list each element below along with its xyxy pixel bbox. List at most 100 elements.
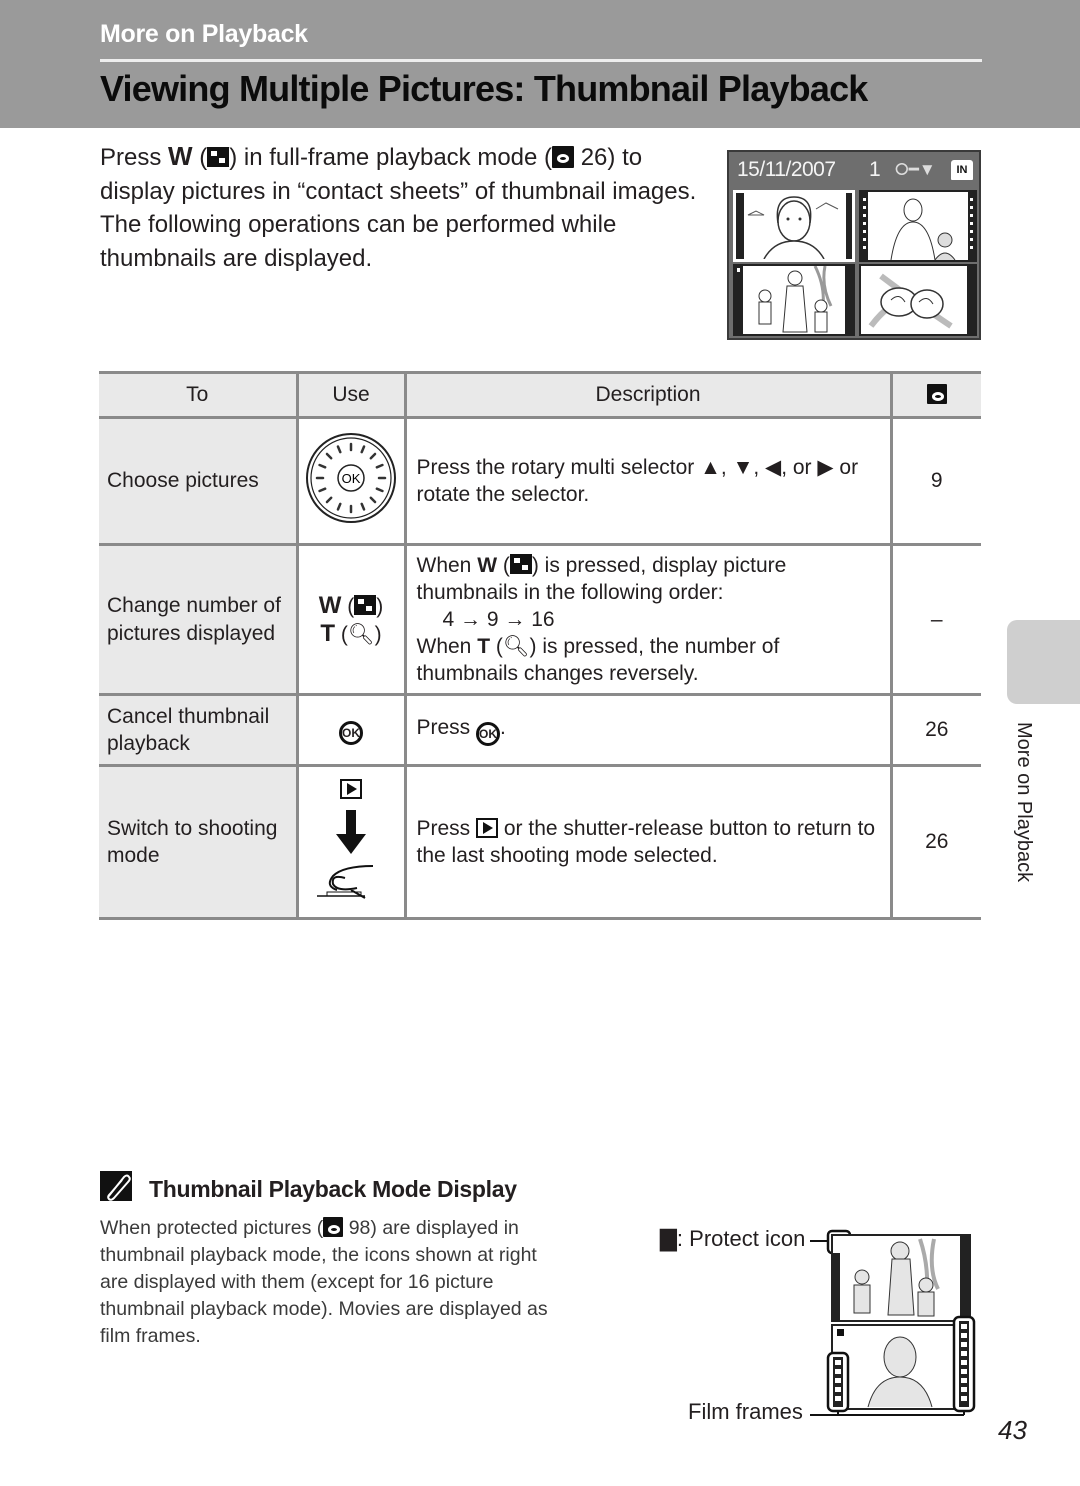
ok-button-icon: OK [339, 721, 363, 745]
header-use: Use [295, 371, 407, 419]
protect-icon-label: ▇: Protect icon [660, 1226, 805, 1252]
reference-page: 98 [348, 1217, 371, 1239]
intro-paragraph: Press W () in full-frame playback mode (… [100, 141, 697, 272]
desc-text: When [416, 635, 472, 658]
film-perforation [961, 1342, 967, 1347]
table-row: Change number of pictures displayed W ()… [99, 543, 981, 696]
film-perforation [961, 1333, 967, 1338]
zoom-magnifier-icon: 🔍︎ [347, 622, 375, 646]
ok-button-icon: OK [476, 722, 501, 746]
film-frame-left [826, 1351, 850, 1413]
desc-text: Press [416, 817, 471, 840]
row-reference: 26 [889, 764, 981, 920]
desc-text: Press the rotary multi selector [416, 456, 695, 479]
thumbnail-3 [733, 264, 855, 336]
row-use [295, 764, 407, 920]
table-row: Choose pictures OK Press the rotary mult… [99, 416, 981, 546]
row-description: Press the rotary multi selector ▲, ▼, ◀,… [403, 416, 893, 546]
table-header-row: To Use Description [99, 371, 981, 419]
camera-lcd-illustration: 15/11/2007 1 ⭘━▼ IN [727, 150, 981, 340]
film-frame-right [952, 1315, 976, 1413]
key-icon: ⭘━▼ [895, 160, 936, 179]
film-perforation [961, 1369, 967, 1374]
film-perforation [835, 1369, 841, 1374]
thumbnail-2 [859, 190, 977, 262]
note-title: Thumbnail Playback Mode Display [149, 1176, 517, 1202]
thumbnail-icon [207, 147, 230, 167]
left-arrow-icon: ◀ [765, 456, 782, 479]
row-reference: 26 [889, 693, 981, 767]
intro-text: ) in full-frame playback mode ( [229, 144, 553, 171]
film-perforation [961, 1324, 967, 1329]
protect-film-illustration [810, 1229, 976, 1416]
note-text: When protected pictures ( [100, 1217, 324, 1239]
thumbnail-icon [509, 554, 532, 574]
page-reference-icon [926, 384, 947, 404]
lcd-frame-number: 1 [869, 158, 881, 181]
thumbnail-order: 4 → 9 → 16 [442, 608, 555, 631]
t-key: T [477, 635, 491, 658]
thumbnail-1 [733, 190, 855, 262]
operations-table: To Use Description Choose pictures OK Pr… [99, 371, 981, 920]
reference-page: 26 [580, 144, 608, 171]
lcd-status-bar: 15/11/2007 1 ⭘━▼ IN [729, 152, 979, 188]
row-reference: 9 [889, 416, 981, 546]
header-reference [889, 371, 981, 419]
section-title: More on Playback [100, 20, 308, 48]
zoom-magnifier-icon: 🔍︎ [502, 635, 530, 658]
desc-text: ) is pressed, display picture thumbnails… [416, 554, 787, 604]
row-to: Choose pictures [99, 416, 299, 546]
w-key: W [168, 141, 193, 171]
desc-text: . [500, 716, 506, 739]
film-perforation [961, 1360, 967, 1365]
t-key: T [320, 619, 336, 647]
table-row: Cancel thumbnail playback OK Press OK. 2… [99, 693, 981, 767]
lcd-date: 15/11/2007 [737, 158, 836, 181]
film-perforation [961, 1396, 967, 1401]
ok-label: OK [342, 471, 361, 486]
thumbnail-4 [859, 264, 977, 336]
row-description: Press or the shutter-release button to r… [403, 764, 893, 920]
film-perforation [835, 1360, 841, 1365]
row-use: OK [295, 416, 407, 546]
w-key: W [477, 554, 498, 577]
protect-label-text: : Protect icon [676, 1226, 806, 1251]
row-use: W () T (🔍︎) [295, 543, 407, 696]
film-frames-label: Film frames [688, 1399, 803, 1424]
intro-text: Press [100, 144, 162, 171]
film-perforation [835, 1378, 841, 1383]
header-divider [100, 59, 982, 62]
thumbnail-icon [354, 594, 377, 615]
protect-icon: ▇ [660, 1226, 677, 1251]
page-reference-icon [323, 1217, 344, 1237]
playback-button-icon [476, 818, 499, 838]
film-perforation [961, 1387, 967, 1392]
desc-text: Press [416, 716, 471, 739]
row-reference: – [889, 543, 981, 696]
playback-button-icon [340, 779, 362, 799]
row-use: OK [295, 693, 407, 767]
film-perforation [835, 1396, 841, 1401]
row-to: Cancel thumbnail playback [99, 693, 299, 767]
row-to: Change number of pictures displayed [99, 543, 299, 696]
row-description: When W () is pressed, display picture th… [403, 543, 893, 696]
note-body: When protected pictures ( 98) are displa… [100, 1215, 550, 1350]
shutter-release-finger-icon [317, 865, 374, 899]
header-to: To [99, 371, 299, 419]
w-key: W [318, 591, 342, 619]
page-number: 43 [998, 1415, 1027, 1445]
desc-text: When [416, 554, 472, 577]
film-perforation [961, 1351, 967, 1356]
desc-text: or [792, 456, 812, 479]
row-to: Switch to shooting mode [99, 764, 299, 920]
page-title: Viewing Multiple Pictures: Thumbnail Pla… [100, 68, 868, 109]
row-description: Press OK. [403, 693, 893, 767]
up-arrow-icon: ▲ [700, 456, 721, 479]
header-description: Description [403, 371, 893, 419]
rotary-multi-selector-icon: OK [306, 433, 396, 523]
chapter-tab[interactable] [1007, 620, 1080, 704]
note-pencil-icon [100, 1171, 132, 1201]
internal-memory-icon: IN [951, 160, 973, 180]
film-perforation [961, 1378, 967, 1383]
page-reference-icon [552, 146, 575, 168]
